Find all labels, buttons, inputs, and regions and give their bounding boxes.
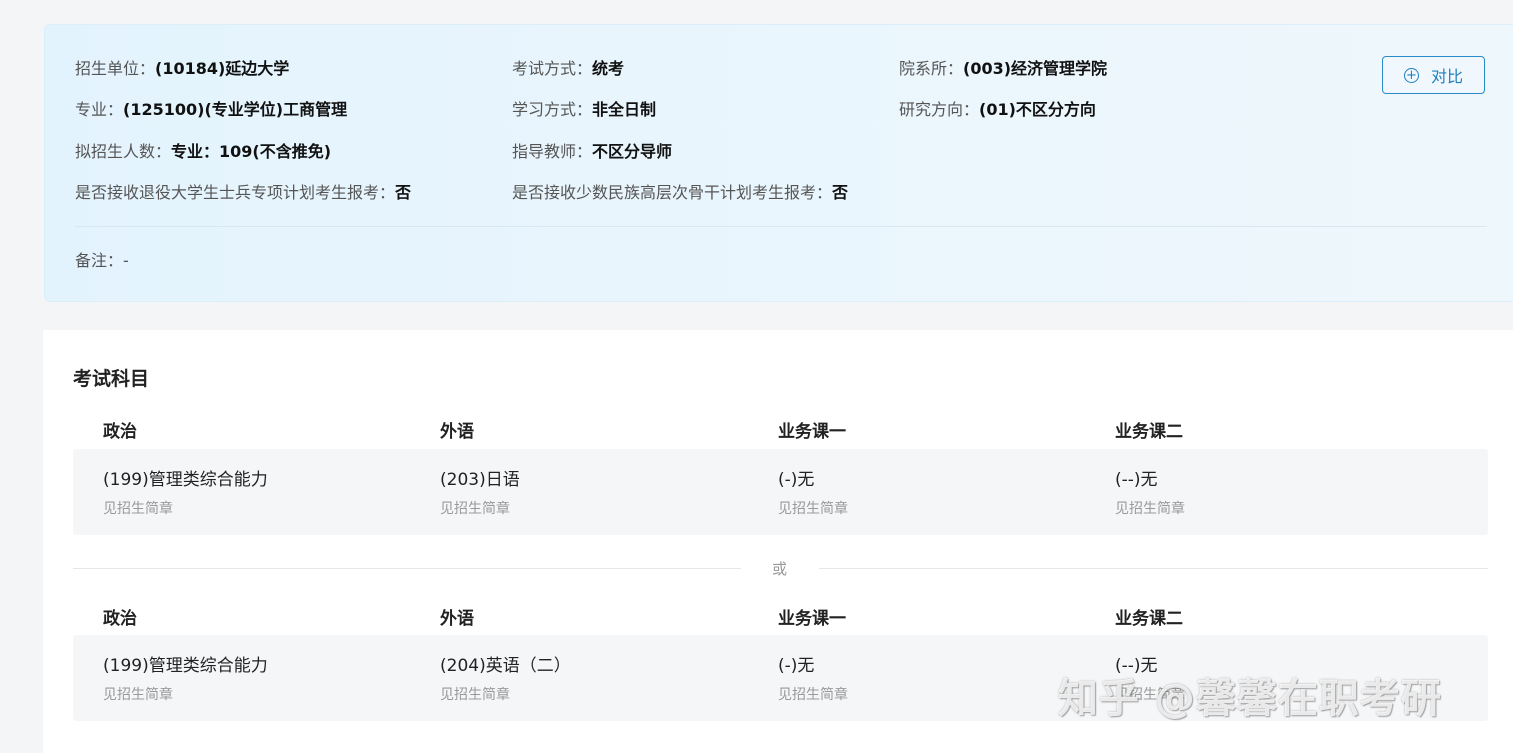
subject-foreign-language: (204)英语（二）	[440, 656, 571, 676]
subject-note: 见招生简章	[778, 687, 848, 703]
subject-note: 见招生简章	[440, 501, 510, 517]
field-veteran-plan: 是否接收退役大学生士兵专项计划考生报考：否	[75, 183, 411, 203]
or-label: 或	[772, 560, 788, 578]
subject-note: 见招生简章	[103, 501, 173, 517]
value-major: (125100)(专业学位)工商管理	[123, 100, 348, 119]
label-research-direction: 研究方向：	[899, 100, 980, 119]
compare-button[interactable]: + 对比	[1382, 56, 1485, 94]
header-course-one: 业务课一	[778, 422, 846, 442]
watermark-text: 知乎 @馨馨在职考研	[1058, 676, 1442, 722]
value-department: (003)经济管理学院	[963, 59, 1108, 78]
value-minority-plan: 否	[832, 183, 849, 202]
subject-course-two: (--)无	[1115, 470, 1158, 490]
field-remark: 备注：-	[75, 251, 129, 271]
field-enrollment-quota: 拟招生人数：专业：109(不含推免)	[75, 142, 331, 162]
value-veteran-plan: 否	[395, 183, 412, 202]
plus-circle-icon: +	[1403, 67, 1419, 83]
subject-politics: (199)管理类综合能力	[103, 470, 268, 490]
label-veteran-plan: 是否接收退役大学生士兵专项计划考生报考：	[75, 183, 396, 202]
field-major: 专业：(125100)(专业学位)工商管理	[75, 100, 347, 120]
subject-course-one: (-)无	[778, 656, 815, 676]
label-remark: 备注：	[75, 251, 124, 270]
label-recruiting-unit: 招生单位：	[75, 59, 156, 78]
field-advisor: 指导教师：不区分导师	[512, 142, 672, 162]
subject-note: 见招生简章	[1115, 501, 1185, 517]
compare-button-label: 对比	[1430, 67, 1463, 86]
label-department: 院系所：	[899, 59, 964, 78]
field-recruiting-unit: 招生单位：(10184)延边大学	[75, 59, 289, 79]
value-recruiting-unit: (10184)延边大学	[155, 59, 290, 78]
header-course-one: 业务课一	[778, 609, 846, 629]
field-study-mode: 学习方式：非全日制	[512, 100, 656, 120]
label-study-mode: 学习方式：	[512, 100, 593, 119]
label-minority-plan: 是否接收少数民族高层次骨干计划考生报考：	[512, 183, 833, 202]
subject-note: 见招生简章	[778, 501, 848, 517]
label-major: 专业：	[75, 100, 124, 119]
or-divider-right	[819, 568, 1488, 569]
subject-course-one: (-)无	[778, 470, 815, 490]
value-exam-mode: 统考	[592, 59, 625, 78]
header-foreign-language: 外语	[440, 609, 474, 629]
header-course-two: 业务课二	[1115, 609, 1183, 629]
subject-note: 见招生简章	[440, 687, 510, 703]
header-course-two: 业务课二	[1115, 422, 1183, 442]
header-foreign-language: 外语	[440, 422, 474, 442]
value-advisor: 不区分导师	[592, 142, 673, 161]
field-exam-mode: 考试方式：统考	[512, 59, 624, 79]
label-exam-mode: 考试方式：	[512, 59, 593, 78]
value-study-mode: 非全日制	[592, 100, 657, 119]
field-department: 院系所：(003)经济管理学院	[899, 59, 1107, 79]
subject-politics: (199)管理类综合能力	[103, 656, 268, 676]
label-advisor: 指导教师：	[512, 142, 593, 161]
subject-row: (199)管理类综合能力 见招生简章 (203)日语 见招生简章 (-)无 见招…	[73, 449, 1488, 535]
value-remark: -	[123, 251, 129, 270]
header-politics: 政治	[103, 609, 137, 629]
subject-foreign-language: (203)日语	[440, 470, 520, 490]
field-research-direction: 研究方向：(01)不区分方向	[899, 100, 1096, 120]
value-research-direction: (01)不区分方向	[979, 100, 1096, 119]
header-politics: 政治	[103, 422, 137, 442]
or-divider-left	[73, 568, 741, 569]
value-enrollment-quota: 专业：109(不含推免)	[171, 142, 332, 161]
field-minority-plan: 是否接收少数民族高层次骨干计划考生报考：否	[512, 183, 848, 203]
section-title: 考试科目	[73, 368, 150, 390]
subject-note: 见招生简章	[103, 687, 173, 703]
info-divider	[75, 226, 1487, 227]
label-enrollment-quota: 拟招生人数：	[75, 142, 172, 161]
program-info-card: 招生单位：(10184)延边大学 考试方式：统考 院系所：(003)经济管理学院…	[44, 24, 1513, 302]
